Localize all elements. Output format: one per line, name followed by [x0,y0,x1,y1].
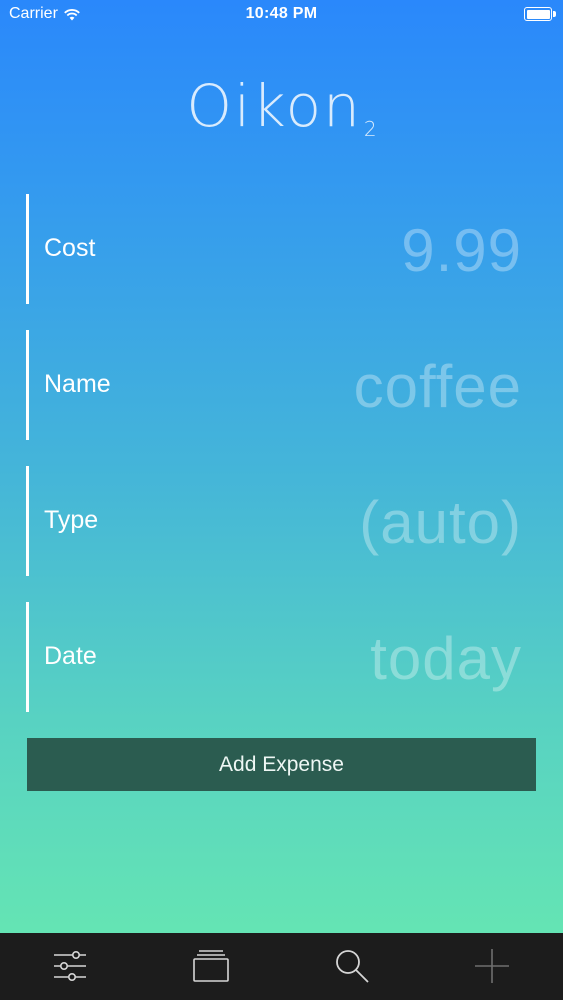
date-field[interactable]: today [370,624,522,693]
tab-add[interactable] [472,946,512,986]
type-label: Type [44,506,99,534]
sliders-icon [54,950,86,981]
cost-field[interactable]: 9.99 [401,216,522,285]
tab-bar [0,933,563,1000]
name-label: Name [44,370,111,398]
plus-icon [475,949,509,983]
row-accent-bar [26,466,29,576]
status-time: 10:48 PM [245,5,318,22]
tab-settings[interactable] [50,946,90,986]
row-accent-bar [26,194,29,304]
cost-row[interactable]: Cost 9.99 [26,194,526,304]
type-field[interactable]: (auto) [359,488,522,557]
row-accent-bar [26,602,29,712]
stack-icon [193,950,229,982]
add-expense-button[interactable]: Add Expense [27,738,536,791]
app-logo: Oikon 2 [0,72,563,141]
date-label: Date [44,642,97,670]
tab-search[interactable] [332,946,372,986]
type-row[interactable]: Type (auto) [26,466,526,576]
search-icon [336,950,369,983]
date-row[interactable]: Date today [26,602,526,712]
cost-label: Cost [44,234,96,262]
name-row[interactable]: Name coffee [26,330,526,440]
logo-subscript: 2 [363,117,377,141]
logo-text: Oikon [186,72,362,140]
status-bar: Carrier 10:48 PM [0,0,563,30]
row-accent-bar [26,330,29,440]
name-field[interactable]: coffee [354,352,522,421]
tab-expenses[interactable] [191,946,231,986]
battery-icon [524,7,556,21]
